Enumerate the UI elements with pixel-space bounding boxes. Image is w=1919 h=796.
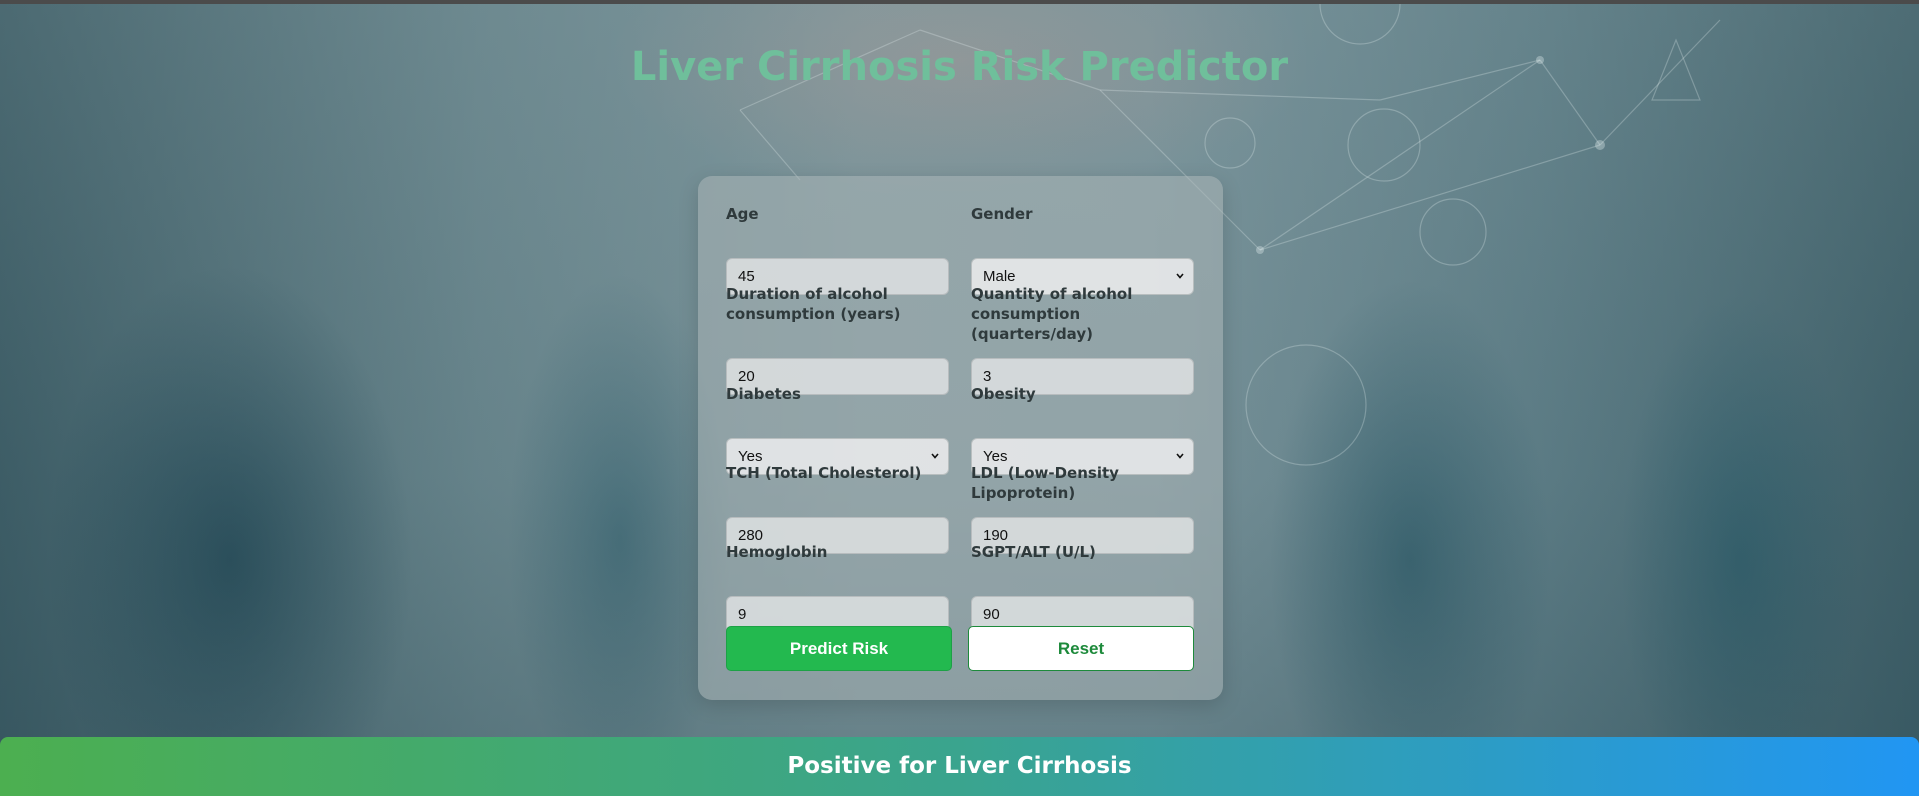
- duration-label-line2: consumption (years): [726, 305, 901, 323]
- gender-label: Gender: [971, 205, 1033, 223]
- tch-field: TCH (Total Cholesterol) 280: [726, 463, 949, 554]
- tch-label: TCH (Total Cholesterol): [726, 464, 922, 482]
- age-label: Age: [726, 205, 759, 223]
- age-field: Age 45: [726, 204, 949, 295]
- quantity-field: Quantity of alcohol consumption (quarter…: [971, 284, 1194, 395]
- result-text: Positive for Liver Cirrhosis: [787, 753, 1132, 779]
- gender-select-value: Male: [983, 268, 1016, 285]
- diabetes-label: Diabetes: [726, 385, 801, 403]
- chevron-down-icon: [931, 453, 939, 459]
- quantity-label: Quantity of alcohol consumption (quarter…: [971, 284, 1194, 344]
- predict-risk-button[interactable]: Predict Risk: [726, 626, 952, 671]
- top-bar: [0, 0, 1919, 4]
- duration-label: Duration of alcohol consumption (years): [726, 284, 949, 324]
- quantity-label-line1: Quantity of alcohol: [971, 285, 1133, 303]
- chevron-down-icon: [1176, 453, 1184, 459]
- diabetes-field: Diabetes Yes: [726, 384, 949, 475]
- duration-field: Duration of alcohol consumption (years) …: [726, 284, 949, 395]
- hemoglobin-field: Hemoglobin 9: [726, 542, 949, 633]
- chevron-down-icon: [1176, 273, 1184, 279]
- hemoglobin-label: Hemoglobin: [726, 543, 828, 561]
- sgpt-field: SGPT/ALT (U/L) 90: [971, 542, 1194, 633]
- gender-field: Gender Male: [971, 204, 1194, 295]
- obesity-label: Obesity: [971, 385, 1036, 403]
- ldl-field: LDL (Low-Density Lipoprotein) 190: [971, 463, 1194, 554]
- page-title: Liver Cirrhosis Risk Predictor: [630, 44, 1289, 90]
- quantity-label-line2: consumption (quarters/day): [971, 305, 1093, 343]
- result-banner: Positive for Liver Cirrhosis: [0, 737, 1919, 796]
- sgpt-label: SGPT/ALT (U/L): [971, 543, 1096, 561]
- obesity-field: Obesity Yes: [971, 384, 1194, 475]
- ldl-label: LDL (Low-Density Lipoprotein): [971, 464, 1119, 502]
- duration-label-line1: Duration of alcohol: [726, 285, 888, 303]
- form-card: Age 45 Gender Male Duration of alcohol c…: [698, 176, 1223, 700]
- reset-button[interactable]: Reset: [968, 626, 1194, 671]
